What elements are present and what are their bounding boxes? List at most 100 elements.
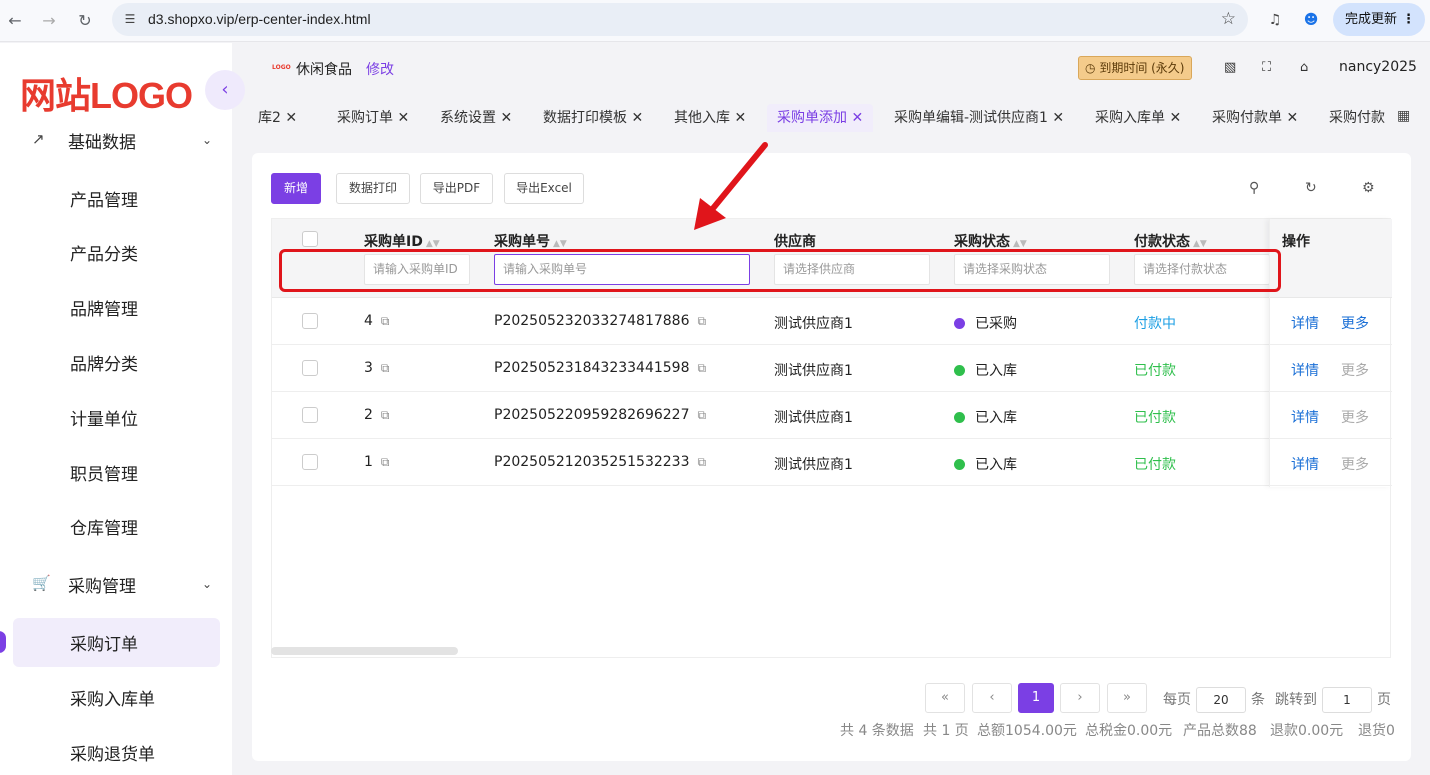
tab-purchase-add[interactable]: 采购单添加 ✕ bbox=[767, 104, 874, 132]
copy-icon[interactable]: ⧉ bbox=[381, 408, 390, 422]
row-checkbox[interactable] bbox=[302, 407, 318, 423]
menu-item-brand-category[interactable]: 品牌分类 bbox=[70, 350, 138, 375]
summary-tax: 总税金0.00元 bbox=[1085, 723, 1173, 739]
menu-item-product-category[interactable]: 产品分类 bbox=[70, 240, 138, 265]
next-page-button[interactable]: › bbox=[1060, 683, 1100, 713]
update-button-label: 完成更新 bbox=[1345, 12, 1398, 27]
collapse-sidebar-button[interactable]: ‹ bbox=[205, 70, 245, 110]
update-button[interactable]: 完成更新 ⋮ bbox=[1333, 3, 1425, 36]
close-icon[interactable]: ✕ bbox=[734, 110, 746, 126]
close-icon[interactable]: ✕ bbox=[1052, 110, 1064, 126]
sort-icon[interactable]: ▲▼ bbox=[553, 239, 567, 249]
bookmark-star-icon[interactable]: ☆ bbox=[1221, 9, 1236, 29]
settings-icon[interactable]: ⚙ bbox=[1362, 180, 1375, 196]
tab-system-settings[interactable]: 系统设置 ✕ bbox=[440, 104, 512, 132]
tab-print-template[interactable]: 数据打印模板 ✕ bbox=[543, 104, 643, 132]
copy-icon[interactable]: ⧉ bbox=[381, 314, 390, 328]
summary-return: 退货0 bbox=[1358, 723, 1395, 739]
export-excel-button[interactable]: 导出Excel bbox=[504, 173, 584, 204]
last-page-button[interactable]: » bbox=[1107, 683, 1147, 713]
copy-icon[interactable]: ⧉ bbox=[381, 455, 390, 469]
menu-item-unit[interactable]: 计量单位 bbox=[70, 405, 138, 430]
menu-item-purchase-order[interactable]: 采购订单 bbox=[70, 630, 138, 655]
refresh-icon[interactable]: ↻ bbox=[1305, 180, 1317, 196]
chevron-down-icon: ⌄ bbox=[201, 577, 212, 591]
horizontal-scrollbar[interactable] bbox=[271, 647, 458, 655]
page-1-button[interactable]: 1 bbox=[1018, 683, 1054, 713]
copy-icon[interactable]: ⧉ bbox=[698, 361, 707, 375]
col-header-no[interactable]: 采购单号 ▲▼ bbox=[494, 231, 567, 251]
menu-item-warehouse[interactable]: 仓库管理 bbox=[70, 514, 138, 539]
jump-page-input[interactable]: 1 bbox=[1322, 687, 1372, 713]
tab-label: 采购订单 bbox=[337, 110, 393, 126]
copy-icon[interactable]: ⧉ bbox=[698, 314, 707, 328]
close-icon[interactable]: ✕ bbox=[851, 110, 863, 126]
close-icon[interactable]: ✕ bbox=[1286, 110, 1298, 126]
edit-shop-link[interactable]: 修改 bbox=[366, 59, 394, 79]
row-status-value: 已采购 bbox=[975, 316, 1017, 332]
tab-label: 采购付款 bbox=[1329, 110, 1385, 126]
row-checkbox[interactable] bbox=[302, 454, 318, 470]
close-icon[interactable]: ✕ bbox=[1169, 110, 1181, 126]
menu-item-product[interactable]: 产品管理 bbox=[70, 186, 138, 211]
content-card: 新增 数据打印 导出PDF 导出Excel ⚲ ↻ ⚙ 采购单ID ▲▼ 采购单号… bbox=[252, 153, 1411, 761]
print-button[interactable]: 数据打印 bbox=[336, 173, 410, 204]
tab-other-inbound[interactable]: 其他入库 ✕ bbox=[674, 104, 746, 132]
copy-icon[interactable]: ⧉ bbox=[698, 408, 707, 422]
row-checkbox[interactable] bbox=[302, 313, 318, 329]
row-status: 已入库 bbox=[954, 407, 1017, 427]
home-icon[interactable]: ⌂ bbox=[1300, 60, 1308, 75]
sort-icon[interactable]: ▲▼ bbox=[1193, 239, 1207, 249]
row-id-value: 1 bbox=[364, 454, 373, 470]
col-header-pay[interactable]: 付款状态 ▲▼ bbox=[1134, 231, 1207, 251]
table-row: 2 ⧉ P202505220959282696227 ⧉ 测试供应商1 已入库 已付… bbox=[272, 392, 1392, 439]
tab-purchase-inbound[interactable]: 采购入库单 ✕ bbox=[1095, 104, 1181, 132]
translate-icon[interactable]: ▧ bbox=[1224, 60, 1236, 75]
close-icon[interactable]: ✕ bbox=[500, 110, 512, 126]
menu-group-basic-data[interactable]: ↗ 基础数据 ⌄ bbox=[32, 125, 212, 155]
row-id: 2 ⧉ bbox=[364, 407, 390, 423]
per-page-input[interactable]: 20 bbox=[1196, 687, 1246, 713]
menu-group-purchase[interactable]: 🛒 采购管理 ⌄ bbox=[32, 569, 212, 599]
close-icon[interactable]: ✕ bbox=[631, 110, 643, 126]
reload-icon[interactable]: ↻ bbox=[74, 10, 96, 32]
row-pay-status: 付款中 bbox=[1134, 316, 1176, 332]
menu-item-brand[interactable]: 品牌管理 bbox=[70, 295, 138, 320]
media-control-icon[interactable]: ♫ bbox=[1265, 10, 1285, 30]
sort-icon[interactable]: ▲▼ bbox=[426, 239, 440, 249]
tab-purchase-payment-2[interactable]: 采购付款 bbox=[1329, 104, 1385, 132]
first-page-button[interactable]: « bbox=[925, 683, 965, 713]
menu-item-staff[interactable]: 职员管理 bbox=[70, 460, 138, 485]
menu-item-purchase-return[interactable]: 采购退货单 bbox=[70, 740, 155, 765]
tab-purchase-order[interactable]: 采购订单 ✕ bbox=[337, 104, 409, 132]
select-all-checkbox[interactable] bbox=[302, 231, 318, 247]
col-header-status[interactable]: 采购状态 ▲▼ bbox=[954, 231, 1027, 251]
address-bar[interactable]: ☰ d3.shopxo.vip/erp-center-index.html ☆ bbox=[112, 3, 1248, 36]
copy-icon[interactable]: ⧉ bbox=[381, 361, 390, 375]
close-icon[interactable]: ✕ bbox=[397, 110, 409, 126]
copy-icon[interactable]: ⧉ bbox=[698, 455, 707, 469]
sort-icon[interactable]: ▲▼ bbox=[1013, 239, 1027, 249]
export-pdf-button[interactable]: 导出PDF bbox=[420, 173, 493, 204]
profile-icon[interactable]: ☻ bbox=[1301, 10, 1321, 30]
tab-purchase-edit[interactable]: 采购单编辑-测试供应商1 ✕ bbox=[894, 104, 1064, 132]
tab-grid-icon[interactable]: ▦ bbox=[1397, 108, 1410, 124]
row-no-value: P202505232033274817886 bbox=[494, 313, 690, 329]
jump-unit: 页 bbox=[1377, 692, 1391, 708]
forward-icon[interactable]: → bbox=[38, 10, 60, 32]
add-button[interactable]: 新增 bbox=[271, 173, 321, 204]
col-header-id[interactable]: 采购单ID ▲▼ bbox=[364, 231, 440, 251]
back-icon[interactable]: ← bbox=[4, 10, 26, 32]
fullscreen-icon[interactable]: ⛶ bbox=[1262, 60, 1271, 75]
username[interactable]: nancy2025 bbox=[1339, 59, 1417, 75]
menu-item-purchase-inbound[interactable]: 采购入库单 bbox=[70, 685, 155, 710]
prev-page-button[interactable]: ‹ bbox=[972, 683, 1012, 713]
tab-label: 采购入库单 bbox=[1095, 110, 1165, 126]
tab-warehouse2[interactable]: 库2 ✕ bbox=[258, 104, 297, 132]
row-checkbox[interactable] bbox=[302, 360, 318, 376]
close-icon[interactable]: ✕ bbox=[285, 110, 297, 126]
tab-label: 库2 bbox=[258, 110, 281, 126]
search-icon[interactable]: ⚲ bbox=[1249, 180, 1259, 196]
tab-purchase-payment[interactable]: 采购付款单 ✕ bbox=[1212, 104, 1298, 132]
site-settings-icon[interactable]: ☰ bbox=[122, 11, 138, 27]
